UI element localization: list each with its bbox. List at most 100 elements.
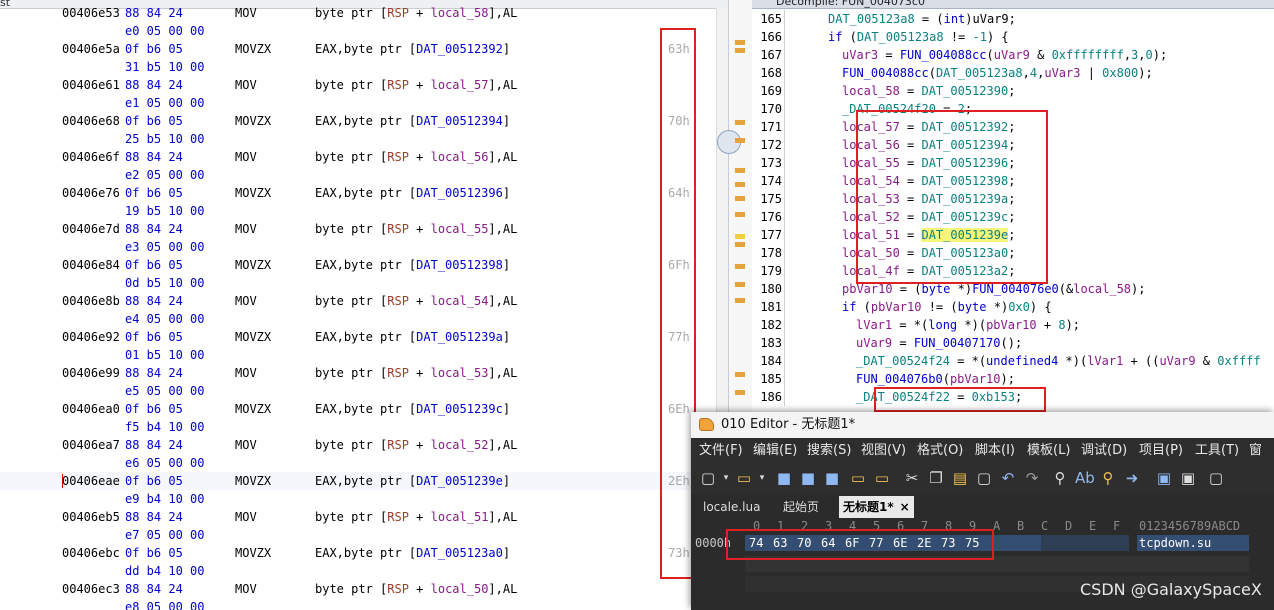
editor-tab[interactable]: 无标题1* × bbox=[839, 496, 914, 518]
listing-row[interactable]: e3 05 00 00 bbox=[0, 238, 728, 256]
instruction-address[interactable]: 00406e5a bbox=[62, 40, 120, 58]
operand-local-variable[interactable]: local_57 bbox=[431, 78, 489, 92]
new-file-icon[interactable]: ▢ bbox=[699, 469, 717, 487]
code-token[interactable]: 0xffffffff bbox=[1052, 48, 1124, 62]
listing-row[interactable]: 00406ea7 88 84 24 MOV byte ptr [RSP + local… bbox=[0, 436, 728, 454]
decompiler-line[interactable]: 169 local_58 = DAT_00512390; bbox=[752, 82, 1274, 100]
menu-item[interactable]: 视图(V) bbox=[861, 439, 906, 463]
instruction-address[interactable]: 00406e99 bbox=[62, 364, 120, 382]
listing-row[interactable]: e9 b4 10 00 bbox=[0, 490, 728, 508]
operand-data-label[interactable]: DAT_0051239e bbox=[416, 474, 503, 488]
operand-local-variable[interactable]: local_50 bbox=[431, 582, 489, 596]
instruction-address[interactable]: 00406ea7 bbox=[62, 436, 120, 454]
listing-row[interactable]: e8 05 00 00 bbox=[0, 598, 728, 610]
listing-row[interactable]: 00406ec3 88 84 24 MOV byte ptr [RSP + local… bbox=[0, 580, 728, 598]
code-token[interactable]: if bbox=[828, 30, 842, 44]
save-icon[interactable]: ■ bbox=[775, 469, 793, 487]
code-token[interactable]: lVar1 bbox=[1087, 354, 1123, 368]
code-token[interactable]: uVar3 bbox=[1044, 66, 1080, 80]
workspace-icon[interactable]: ▭ bbox=[873, 469, 891, 487]
menu-item[interactable]: 文件(F) bbox=[699, 439, 743, 463]
code-token[interactable]: DAT_005123a8 bbox=[936, 66, 1023, 80]
listing-row[interactable]: 00406e61 88 84 24 MOV byte ptr [RSP + local… bbox=[0, 76, 728, 94]
instruction-address[interactable]: 00406e53 bbox=[62, 4, 120, 22]
operand-data-label[interactable]: DAT_00512396 bbox=[416, 186, 503, 200]
menu-item[interactable]: 搜索(S) bbox=[807, 439, 851, 463]
code-token[interactable]: FUN_004076e0 bbox=[972, 282, 1059, 296]
listing-row[interactable]: e5 05 00 00 bbox=[0, 382, 728, 400]
decompiler-line[interactable]: 185 FUN_004076b0(pbVar10); bbox=[752, 370, 1274, 388]
menu-item[interactable]: 模板(L) bbox=[1027, 439, 1070, 463]
listing-row[interactable]: 00406e84 0f b6 05 MOVZX EAX,byte ptr [DAT_0… bbox=[0, 256, 728, 274]
menu-item[interactable]: 格式(O) bbox=[917, 439, 963, 463]
operand-local-variable[interactable]: local_56 bbox=[431, 150, 489, 164]
save-as-icon[interactable]: ■ bbox=[799, 469, 817, 487]
instruction-address[interactable]: 00406e7d bbox=[62, 220, 120, 238]
decompiler-line[interactable]: 181 if (pbVar10 != (byte *)0x0) { bbox=[752, 298, 1274, 316]
goto-icon[interactable]: ➜ bbox=[1123, 469, 1141, 487]
find-in-files-icon[interactable]: ⚲ bbox=[1099, 469, 1117, 487]
listing-row[interactable]: 00406e7d 88 84 24 MOV byte ptr [RSP + local… bbox=[0, 220, 728, 238]
code-token[interactable]: pbVar10 bbox=[871, 300, 922, 314]
instruction-address[interactable]: 00406ea0 bbox=[62, 400, 120, 418]
editor-tab[interactable]: locale.lua bbox=[699, 496, 764, 518]
listing-row[interactable]: dd b4 10 00 bbox=[0, 562, 728, 580]
instruction-address[interactable]: 00406eae bbox=[62, 472, 120, 490]
listing-row[interactable]: 01 b5 10 00 bbox=[0, 346, 728, 364]
listing-pane[interactable]: st 00406e53 88 84 24 MOV byte ptr [RSP + lo… bbox=[0, 0, 728, 610]
ascii-text[interactable]: tcpdown.su bbox=[1139, 534, 1211, 552]
listing-row[interactable]: 31 b5 10 00 bbox=[0, 58, 728, 76]
operand-local-variable[interactable]: local_53 bbox=[431, 366, 489, 380]
listing-row[interactable]: e4 05 00 00 bbox=[0, 310, 728, 328]
undo-icon[interactable]: ↶ bbox=[999, 469, 1017, 487]
code-token[interactable]: local_58 bbox=[842, 84, 900, 98]
code-token[interactable]: FUN_004076b0 bbox=[856, 372, 943, 386]
code-token[interactable]: long bbox=[928, 318, 957, 332]
listing-row[interactable]: 00406eae 0f b6 05 MOVZX EAX,byte ptr [DAT_0… bbox=[0, 472, 728, 490]
delete-icon[interactable]: ▢ bbox=[975, 469, 993, 487]
code-token[interactable]: DAT_005123a8 bbox=[828, 12, 915, 26]
cut-icon[interactable]: ✂ bbox=[903, 469, 921, 487]
code-token[interactable]: uVar9 bbox=[994, 48, 1030, 62]
code-token[interactable]: uVar9 bbox=[856, 336, 892, 350]
instruction-address[interactable]: 00406ebc bbox=[62, 544, 120, 562]
code-token[interactable]: 8 bbox=[1058, 318, 1065, 332]
find-icon[interactable]: ⚲ bbox=[1051, 469, 1069, 487]
listing-row[interactable]: 0d b5 10 00 bbox=[0, 274, 728, 292]
menu-item[interactable]: 项目(P) bbox=[1139, 439, 1183, 463]
operand-data-label[interactable]: DAT_0051239a bbox=[416, 330, 503, 344]
listing-row[interactable]: e7 05 00 00 bbox=[0, 526, 728, 544]
instruction-address[interactable]: 00406e84 bbox=[62, 256, 120, 274]
listing-row[interactable]: 00406e6f 88 84 24 MOV byte ptr [RSP + local… bbox=[0, 148, 728, 166]
listing-row[interactable]: f5 b4 10 00 bbox=[0, 418, 728, 436]
folder-icon[interactable]: ▭ bbox=[849, 469, 867, 487]
replace-icon[interactable]: Ab bbox=[1075, 469, 1095, 487]
menu-item[interactable]: 编辑(E) bbox=[753, 439, 797, 463]
code-token[interactable]: FUN_004088cc bbox=[842, 66, 929, 80]
decompiler-line[interactable]: 167 uVar3 = FUN_004088cc(uVar9 & 0xffffff… bbox=[752, 46, 1274, 64]
tab-close-icon[interactable]: × bbox=[900, 500, 910, 514]
code-token[interactable]: DAT_005123a8 bbox=[857, 30, 944, 44]
decompiler-line[interactable]: 184 _DAT_00524f24 = *(undefined4 *)(lVar1… bbox=[752, 352, 1274, 370]
code-token[interactable]: -1 bbox=[973, 30, 987, 44]
code-token[interactable]: local_58 bbox=[1073, 282, 1131, 296]
operand-local-variable[interactable]: local_54 bbox=[431, 294, 489, 308]
menu-item[interactable]: 工具(T) bbox=[1195, 439, 1239, 463]
code-token[interactable]: int bbox=[944, 12, 966, 26]
copy-icon[interactable]: ❐ bbox=[927, 469, 945, 487]
decompiler-line[interactable]: 165 DAT_005123a8 = (int)uVar9; bbox=[752, 10, 1274, 28]
code-token[interactable]: pbVar10 bbox=[950, 372, 1001, 386]
open-dropdown-icon[interactable]: ▾ bbox=[753, 469, 771, 487]
menu-item[interactable]: 调试(D) bbox=[1081, 439, 1127, 463]
operand-local-variable[interactable]: local_58 bbox=[431, 6, 489, 20]
decompiler-line[interactable]: 168 FUN_004088cc(DAT_005123a8,4,uVar3 | 0… bbox=[752, 64, 1274, 82]
code-token[interactable]: pbVar10 bbox=[842, 282, 893, 296]
listing-row[interactable]: 00406e68 0f b6 05 MOVZX EAX,byte ptr [DAT_0… bbox=[0, 112, 728, 130]
listing-row[interactable]: 00406ebc 0f b6 05 MOVZX EAX,byte ptr [DAT_0… bbox=[0, 544, 728, 562]
instruction-address[interactable]: 00406eb5 bbox=[62, 508, 120, 526]
code-token[interactable]: FUN_004088cc bbox=[900, 48, 987, 62]
open-folder-icon[interactable]: ▭ bbox=[735, 469, 753, 487]
code-token[interactable]: byte bbox=[921, 282, 950, 296]
code-token[interactable]: 0x0 bbox=[1008, 300, 1030, 314]
operand-data-label[interactable]: DAT_005123a0 bbox=[416, 546, 503, 560]
